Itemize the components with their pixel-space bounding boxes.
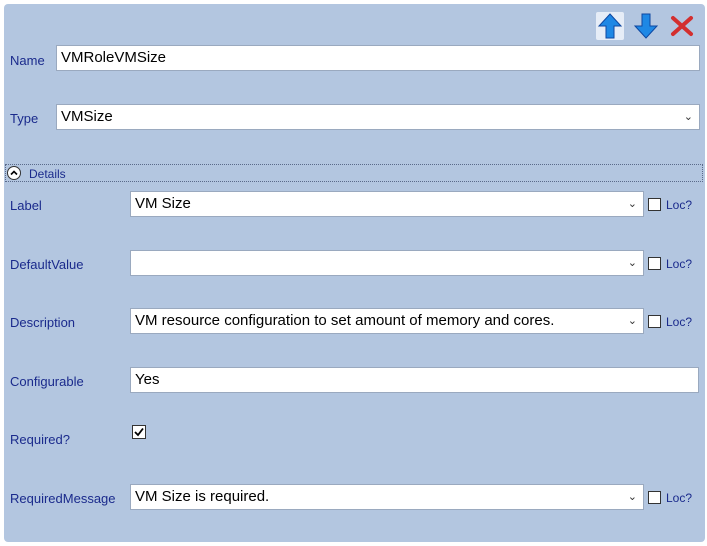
- close-icon[interactable]: [668, 12, 696, 40]
- description-loc-checkbox[interactable]: [648, 315, 661, 328]
- name-label: Name: [10, 53, 45, 68]
- collapse-icon[interactable]: [7, 166, 21, 180]
- type-select[interactable]: VMSize ⌄: [56, 104, 700, 130]
- type-select-value: VMSize: [61, 108, 113, 125]
- default-value-select[interactable]: ⌄: [130, 250, 644, 276]
- arrow-up-icon[interactable]: [596, 12, 624, 40]
- required-message-loc-checkbox[interactable]: [648, 491, 661, 504]
- label-select[interactable]: VM Size ⌄: [130, 191, 644, 217]
- required-message-loc-label: Loc?: [666, 491, 693, 505]
- type-label: Type: [10, 111, 39, 126]
- description-loc-label: Loc?: [666, 315, 693, 329]
- chevron-down-icon: ⌄: [627, 198, 637, 210]
- configurable-input[interactable]: Yes: [130, 367, 699, 393]
- required-label: Required?: [10, 432, 70, 447]
- label-select-value: VM Size: [135, 195, 191, 212]
- details-section-header[interactable]: [5, 164, 703, 182]
- label-field-label: Label: [10, 198, 42, 213]
- chevron-down-icon: ⌄: [627, 491, 637, 503]
- required-message-select[interactable]: VM Size is required. ⌄: [130, 484, 644, 510]
- required-checkbox[interactable]: [132, 425, 146, 439]
- chevron-down-icon: ⌄: [627, 315, 637, 327]
- chevron-down-icon: ⌄: [683, 111, 693, 123]
- required-message-select-value: VM Size is required.: [135, 488, 270, 505]
- name-input[interactable]: VMRoleVMSize: [56, 45, 700, 71]
- arrow-down-icon[interactable]: [632, 12, 660, 40]
- chevron-down-icon: ⌄: [627, 257, 637, 269]
- default-value-loc-label: Loc?: [666, 257, 693, 271]
- default-value-loc-checkbox[interactable]: [648, 257, 661, 270]
- default-value-label: DefaultValue: [10, 257, 84, 272]
- label-loc-checkbox[interactable]: [648, 198, 661, 211]
- label-loc-label: Loc?: [666, 198, 693, 212]
- description-label: Description: [10, 315, 76, 330]
- details-label: Details: [29, 167, 66, 181]
- description-select[interactable]: VM resource configuration to set amount …: [130, 308, 644, 334]
- configurable-label: Configurable: [10, 374, 84, 389]
- description-select-value: VM resource configuration to set amount …: [135, 312, 555, 329]
- required-message-label: RequiredMessage: [10, 491, 116, 506]
